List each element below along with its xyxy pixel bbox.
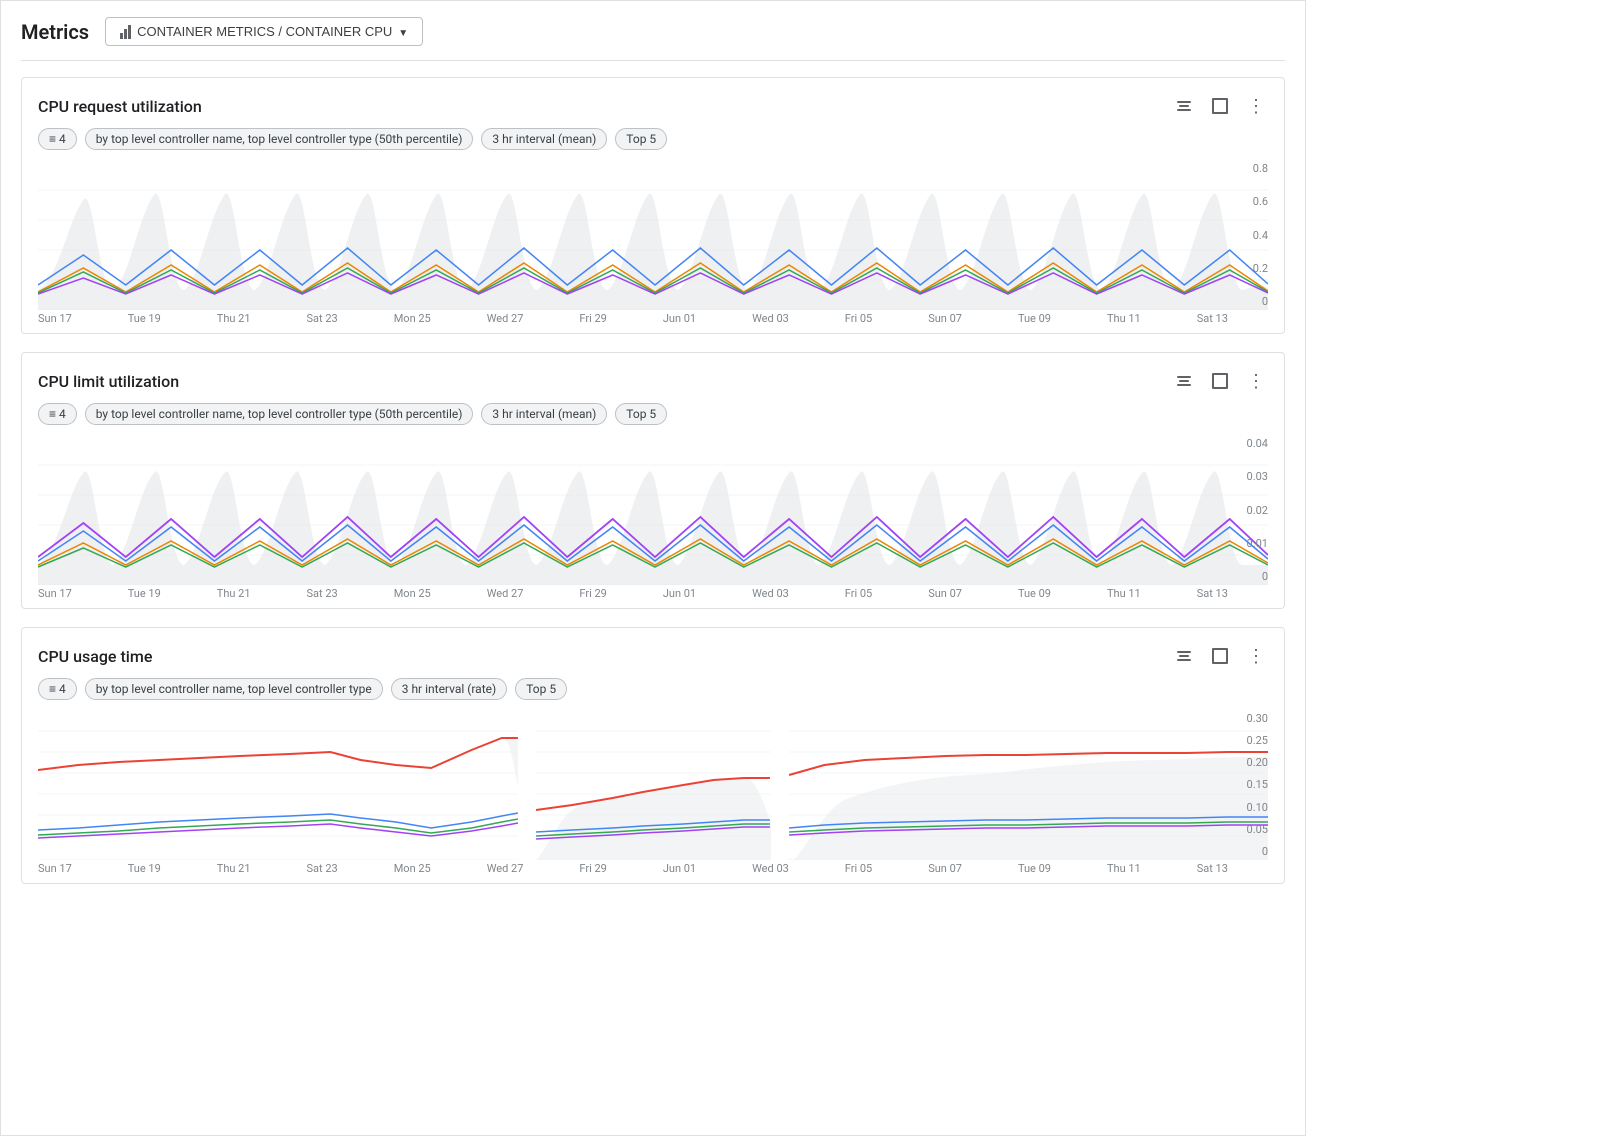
chart-inner-1: 0.8 0.6 0.4 0.2 0 <box>38 160 1268 310</box>
chart-header-3: CPU usage time <box>38 644 1268 668</box>
y-axis-3: 0.30 0.25 0.20 0.15 0.10 0.05 0 <box>1232 710 1268 860</box>
chart-inner-3: 0.30 0.25 0.20 0.15 0.10 0.05 0 <box>38 710 1268 860</box>
filter-chip-1-0[interactable]: ≡ 4 <box>38 128 77 150</box>
filter-chip-3-3[interactable]: Top 5 <box>515 678 567 700</box>
filter-chip-1-2[interactable]: 3 hr interval (mean) <box>481 128 607 150</box>
filter-chip-1-1[interactable]: by top level controller name, top level … <box>85 128 474 150</box>
y-axis-2: 0.04 0.03 0.02 0.01 0 <box>1232 435 1268 585</box>
y-axis-1: 0.8 0.6 0.4 0.2 0 <box>1232 160 1268 310</box>
chart-title-2: CPU limit utilization <box>38 372 179 391</box>
expand-icon-3[interactable] <box>1208 644 1232 668</box>
chart-actions-1 <box>1172 94 1268 118</box>
filter-chip-2-1[interactable]: by top level controller name, top level … <box>85 403 474 425</box>
legend-icon-3[interactable] <box>1172 644 1196 668</box>
filter-chip-3-1[interactable]: by top level controller name, top level … <box>85 678 383 700</box>
chart-panel-cpu-usage: CPU usage time ≡ 4 by top level controll… <box>21 627 1285 884</box>
page-title: Metrics <box>21 20 89 44</box>
chart-svg-2 <box>38 435 1268 585</box>
chart-svg-3 <box>38 710 1268 860</box>
chart-panel-cpu-limit: CPU limit utilization ≡ 4 by top level c… <box>21 352 1285 609</box>
breadcrumb-button[interactable]: CONTAINER METRICS / CONTAINER CPU <box>105 17 423 46</box>
expand-icon-2[interactable] <box>1208 369 1232 393</box>
chart-title-3: CPU usage time <box>38 647 152 666</box>
legend-icon-1[interactable] <box>1172 94 1196 118</box>
filter-chip-3-0[interactable]: ≡ 4 <box>38 678 77 700</box>
breadcrumb-label: CONTAINER METRICS / CONTAINER CPU <box>137 24 392 39</box>
filter-chip-3-2[interactable]: 3 hr interval (rate) <box>391 678 507 700</box>
chevron-down-icon <box>398 24 408 39</box>
chart-actions-3 <box>1172 644 1268 668</box>
expand-icon-1[interactable] <box>1208 94 1232 118</box>
x-axis-3: Sun 17 Tue 19 Thu 21 Sat 23 Mon 25 Wed 2… <box>38 860 1268 875</box>
chart-title-1: CPU request utilization <box>38 97 202 116</box>
filter-chip-2-2[interactable]: 3 hr interval (mean) <box>481 403 607 425</box>
filter-row-1: ≡ 4 by top level controller name, top le… <box>38 128 1268 150</box>
more-options-icon-1[interactable] <box>1244 94 1268 118</box>
chart-header-1: CPU request utilization <box>38 94 1268 118</box>
header: Metrics CONTAINER METRICS / CONTAINER CP… <box>21 17 1285 61</box>
chart-actions-2 <box>1172 369 1268 393</box>
chart-svg-1 <box>38 160 1268 310</box>
x-axis-1: Sun 17 Tue 19 Thu 21 Sat 23 Mon 25 Wed 2… <box>38 310 1268 325</box>
more-options-icon-2[interactable] <box>1244 369 1268 393</box>
main-page: Metrics CONTAINER METRICS / CONTAINER CP… <box>0 0 1306 1136</box>
filter-chip-2-3[interactable]: Top 5 <box>615 403 667 425</box>
chart-panel-cpu-request: CPU request utilization ≡ 4 by top level… <box>21 77 1285 334</box>
chart-inner-2: 0.04 0.03 0.02 0.01 0 <box>38 435 1268 585</box>
filter-chip-2-0[interactable]: ≡ 4 <box>38 403 77 425</box>
x-axis-2: Sun 17 Tue 19 Thu 21 Sat 23 Mon 25 Wed 2… <box>38 585 1268 600</box>
filter-chip-1-3[interactable]: Top 5 <box>615 128 667 150</box>
filter-row-3: ≡ 4 by top level controller name, top le… <box>38 678 1268 700</box>
legend-icon-2[interactable] <box>1172 369 1196 393</box>
chart-header-2: CPU limit utilization <box>38 369 1268 393</box>
bar-chart-icon <box>120 25 131 39</box>
filter-row-2: ≡ 4 by top level controller name, top le… <box>38 403 1268 425</box>
more-options-icon-3[interactable] <box>1244 644 1268 668</box>
